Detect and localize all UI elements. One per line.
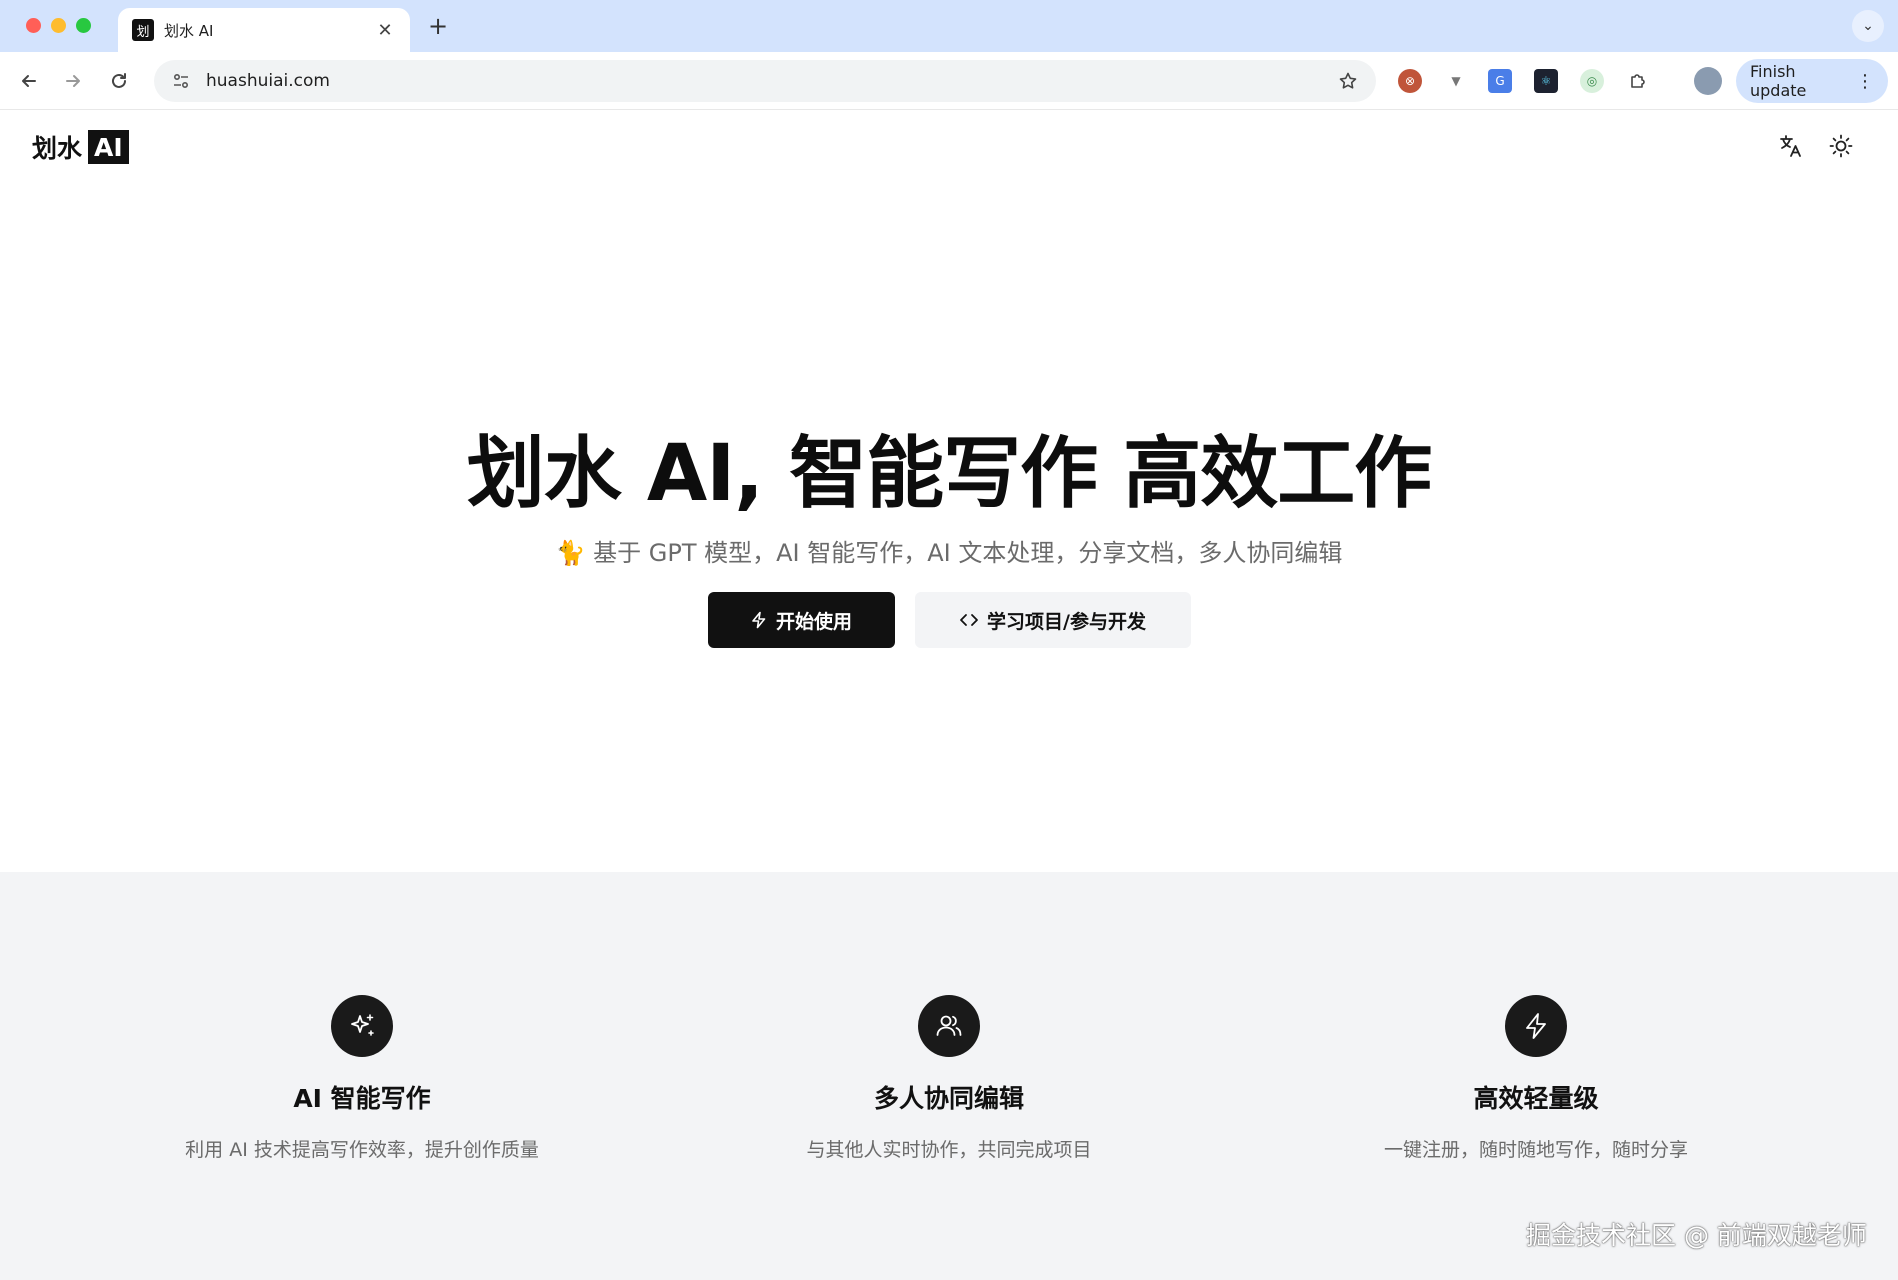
- close-window-button[interactable]: [26, 18, 41, 33]
- feature-desc: 一键注册，随时随地写作，随时分享: [1383, 1139, 1688, 1161]
- tab-close-icon[interactable]: ✕: [374, 20, 396, 41]
- page: 划水 AI 划水 AI, 智能写作 高效工作 🐈 基于 GPT 模型，AI 智能…: [0, 111, 1898, 1280]
- minimize-window-button[interactable]: [51, 18, 66, 33]
- site-logo[interactable]: 划水 AI: [32, 129, 129, 165]
- hero-subtitle: 🐈 基于 GPT 模型，AI 智能写作，AI 文本处理，分享文档，多人协同编辑: [555, 539, 1343, 567]
- extensions-puzzle-icon[interactable]: [1626, 69, 1650, 93]
- finish-update-label: Finish update: [1750, 62, 1807, 100]
- extension-icon-1[interactable]: ⊗: [1398, 69, 1422, 93]
- reload-icon[interactable]: [104, 66, 134, 96]
- feature-card-lightweight: 高效轻量级 一键注册，随时随地写作，随时分享: [1256, 995, 1816, 1162]
- finish-update-button[interactable]: Finish update ⋮: [1736, 59, 1888, 103]
- browser-tab-active[interactable]: 划 划水 AI ✕: [118, 8, 410, 52]
- extension-vue-icon[interactable]: ▼: [1444, 69, 1468, 93]
- maximize-window-button[interactable]: [76, 18, 91, 33]
- logo-text: 划水: [32, 134, 83, 163]
- feature-title: 多人协同编辑: [873, 1084, 1024, 1113]
- code-icon: [960, 614, 978, 626]
- feature-desc: 利用 AI 技术提高写作效率，提升创作质量: [185, 1139, 539, 1161]
- address-bar[interactable]: huashuiai.com: [154, 60, 1376, 102]
- logo-badge: AI: [88, 130, 129, 164]
- more-menu-icon[interactable]: ⋮: [1856, 71, 1874, 92]
- feature-title: 高效轻量级: [1473, 1084, 1599, 1113]
- back-arrow-icon[interactable]: [14, 66, 44, 96]
- feature-title: AI 智能写作: [293, 1084, 431, 1113]
- tab-favicon: 划: [132, 19, 154, 41]
- browser-toolbar: huashuiai.com ⊗ ▼ G ⚛ ◎ Finish update ⋮: [0, 52, 1898, 110]
- extension-icon-5[interactable]: ◎: [1580, 69, 1604, 93]
- url-text: huashuiai.com: [206, 71, 330, 91]
- site-settings-icon[interactable]: [172, 72, 192, 90]
- forward-arrow-icon[interactable]: [58, 66, 88, 96]
- bookmark-star-icon[interactable]: [1338, 71, 1358, 91]
- sparkles-icon: [331, 995, 393, 1057]
- tab-title: 划水 AI: [164, 21, 214, 40]
- zap-icon: [1505, 995, 1567, 1057]
- learn-project-button[interactable]: 学习项目/参与开发: [914, 592, 1191, 648]
- hero-buttons: 开始使用 学习项目/参与开发: [0, 592, 1898, 648]
- feature-desc: 与其他人实时协作，共同完成项目: [806, 1139, 1092, 1161]
- tab-search-chevron-icon[interactable]: ⌄: [1852, 10, 1884, 42]
- hero-title: 划水 AI, 智能写作 高效工作: [466, 429, 1433, 519]
- zap-icon: [752, 611, 766, 629]
- feature-card-ai-writing: AI 智能写作 利用 AI 技术提高写作效率，提升创作质量: [82, 995, 642, 1162]
- start-using-label: 开始使用: [775, 610, 852, 633]
- browser-tab-bar: 划 划水 AI ✕ + ⌄: [0, 0, 1898, 52]
- new-tab-icon[interactable]: +: [424, 12, 452, 40]
- hero-section: 划水 AI, 智能写作 高效工作 🐈 基于 GPT 模型，AI 智能写作，AI …: [0, 411, 1898, 648]
- language-translate-icon[interactable]: [1776, 131, 1806, 161]
- window-controls: [26, 18, 91, 33]
- feature-card-collab: 多人协同编辑 与其他人实时协作，共同完成项目: [669, 995, 1229, 1162]
- extension-translate-icon[interactable]: G: [1488, 69, 1512, 93]
- learn-project-label: 学习项目/参与开发: [987, 610, 1146, 633]
- profile-avatar[interactable]: [1694, 67, 1722, 95]
- theme-sun-icon[interactable]: [1826, 131, 1856, 161]
- start-using-button[interactable]: 开始使用: [707, 592, 895, 648]
- users-icon: [918, 995, 980, 1057]
- extension-react-icon[interactable]: ⚛: [1534, 69, 1558, 93]
- watermark-text: 掘金技术社区 @ 前端双越老师: [1526, 1221, 1867, 1250]
